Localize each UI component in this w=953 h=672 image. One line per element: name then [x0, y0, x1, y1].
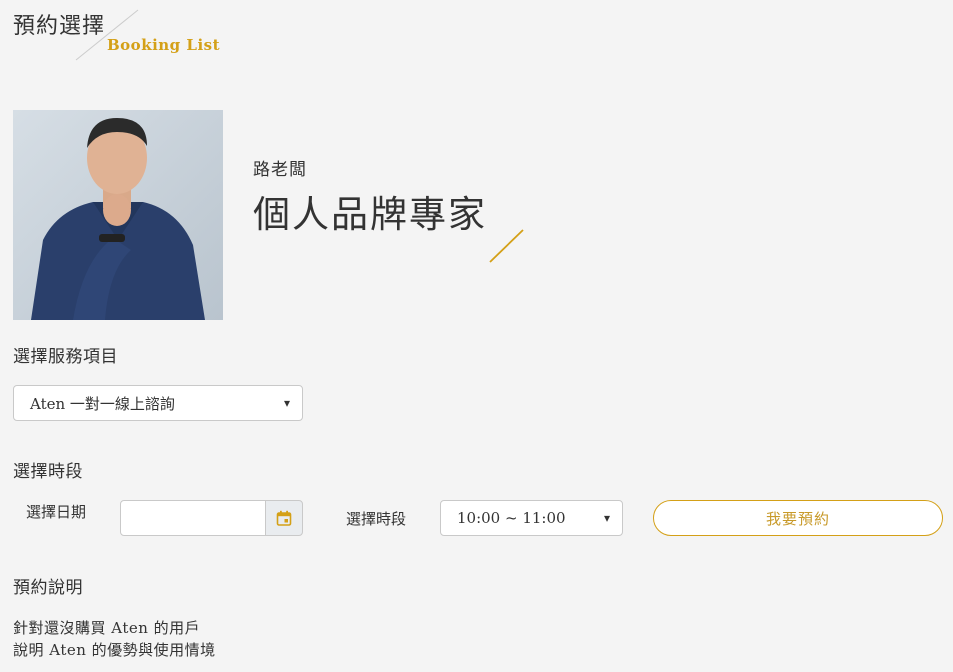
date-label: 選擇日期 [26, 503, 87, 521]
time-select-value: 10:00 ~ 11:00 [457, 509, 566, 527]
gold-accent-slash [489, 229, 524, 263]
person-portrait-image [13, 110, 223, 320]
date-picker-button[interactable] [265, 500, 303, 536]
time-select[interactable]: 10:00 ~ 11:00 ▾ [440, 500, 623, 536]
description-section-label: 預約說明 [13, 578, 83, 598]
calendar-icon [276, 510, 292, 526]
expert-photo [13, 110, 223, 320]
timeslot-section-label: 選擇時段 [13, 462, 83, 482]
date-input[interactable] [120, 500, 266, 536]
time-label: 選擇時段 [346, 510, 407, 528]
chevron-down-icon: ▾ [603, 511, 610, 525]
chevron-down-icon: ▾ [283, 396, 290, 410]
page-subtitle: Booking List [107, 36, 221, 54]
expert-name: 路老闆 [253, 160, 307, 180]
expert-title: 個人品牌專家 [253, 193, 487, 236]
description-line: 針對還沒購買 Aten 的用戶 [13, 619, 201, 637]
description-line: 說明 Aten 的優勢與使用情境 [13, 641, 216, 659]
book-button[interactable]: 我要預約 [653, 500, 943, 536]
service-section-label: 選擇服務項目 [13, 347, 118, 367]
service-select-value: Aten 一對一線上諮詢 [30, 394, 175, 413]
service-select[interactable]: Aten 一對一線上諮詢 ▾ [13, 385, 303, 421]
